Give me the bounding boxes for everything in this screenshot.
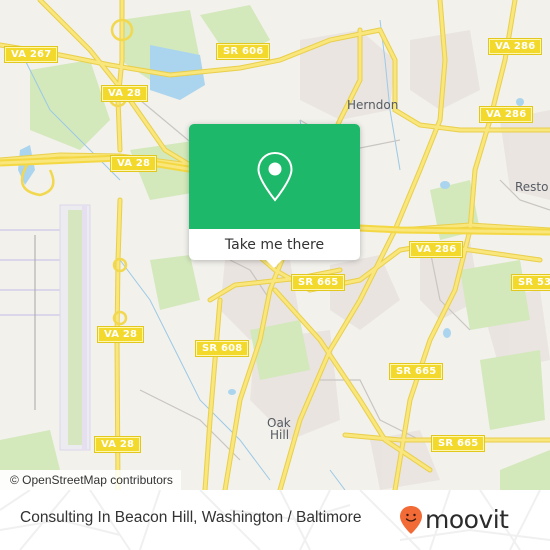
road-label: SR 608 [194, 340, 250, 357]
footer: Consulting In Beacon Hill, Washington / … [0, 490, 550, 550]
popup-header [189, 124, 360, 229]
moovit-logo[interactable]: moovit [399, 505, 509, 535]
place-label-herndon: Herndon [347, 98, 399, 112]
map-attribution[interactable]: © OpenStreetMap contributors [0, 470, 181, 490]
map-view[interactable]: VA 267 SR 606 VA 286 VA 28 VA 286 VA 28 … [0, 0, 550, 490]
road-label: VA 286 [408, 241, 464, 258]
place-label-reston: Resto [515, 180, 549, 194]
road-label: SR 53 [510, 274, 550, 291]
airport [0, 204, 91, 451]
moovit-wordmark: moovit [425, 505, 509, 534]
road-label: SR 606 [215, 43, 271, 60]
road-label: VA 267 [3, 46, 59, 63]
take-me-there-button[interactable]: Take me there [189, 229, 360, 260]
road-label: VA 28 [100, 85, 149, 102]
road-label: SR 665 [388, 363, 444, 380]
road-label: SR 665 [290, 274, 346, 291]
road-label: SR 665 [430, 435, 486, 452]
road-label: VA 28 [93, 436, 142, 453]
map-pin-icon [256, 151, 293, 202]
moovit-pin-icon [400, 506, 422, 534]
road-label: VA 28 [96, 326, 145, 343]
road-label: VA 28 [109, 155, 158, 172]
road-label: VA 286 [478, 106, 534, 123]
location-popup: Take me there [189, 124, 360, 268]
place-label-hill: Hill [270, 428, 290, 442]
footer-title: Consulting In Beacon Hill, Washington / … [20, 509, 362, 526]
popup-tail [266, 260, 282, 268]
road-label: VA 286 [487, 38, 543, 55]
